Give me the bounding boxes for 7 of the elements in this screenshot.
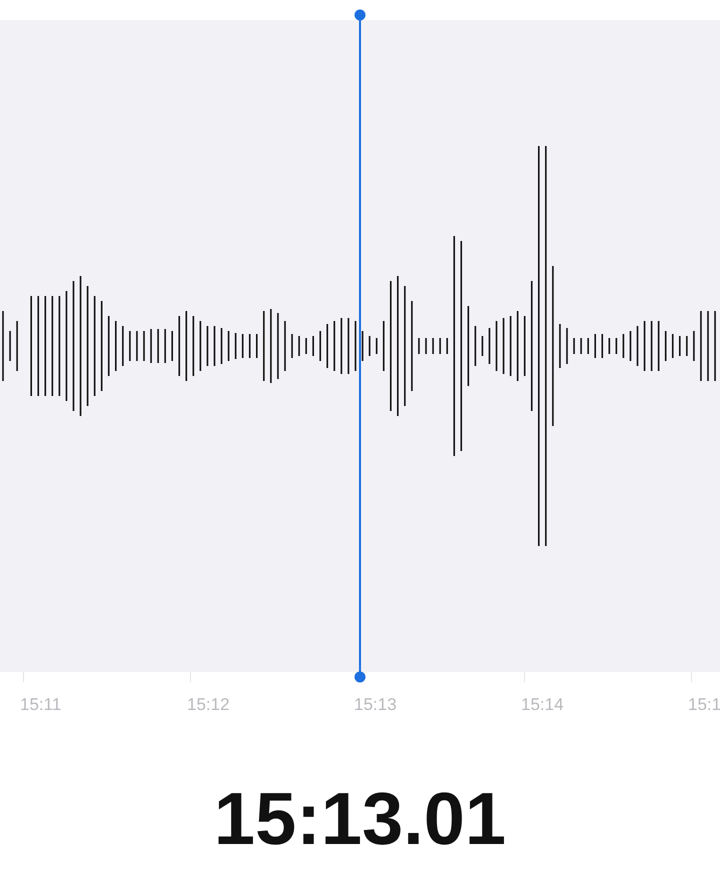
time-label: 15:12 bbox=[187, 694, 231, 716]
time-label: 15:1 bbox=[688, 694, 720, 716]
time-label: 15:14 bbox=[521, 694, 565, 716]
playhead[interactable] bbox=[354, 9, 366, 683]
current-time: 15:13.01 bbox=[214, 782, 506, 856]
time-label: 15:13 bbox=[354, 694, 398, 716]
time-label: 15:11 bbox=[20, 694, 62, 716]
